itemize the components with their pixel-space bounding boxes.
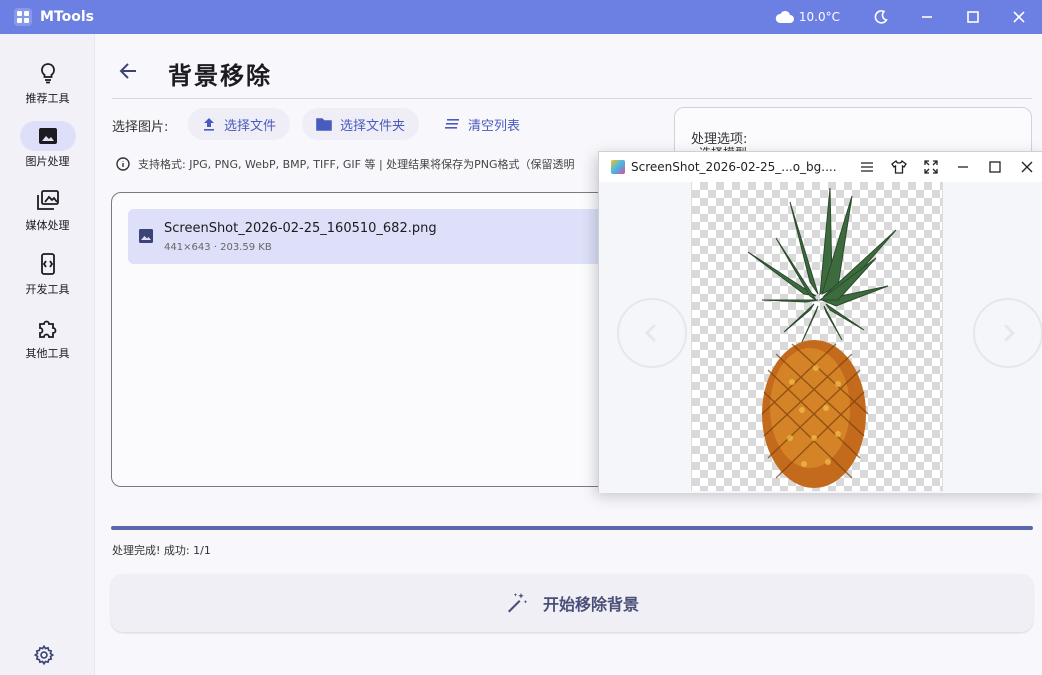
upload-icon	[204, 118, 214, 131]
clear-list-button[interactable]: 清空列表	[430, 108, 534, 140]
info-icon	[116, 157, 130, 171]
status-text: 处理完成! 成功: 1/1	[112, 544, 211, 557]
weather-temp: 10.0°C	[798, 10, 840, 24]
clear-all-icon	[445, 119, 459, 129]
chevron-right-icon	[1003, 323, 1016, 343]
sidebar-item-recommended[interactable]: 推荐工具	[0, 58, 95, 106]
transparent-image-preview	[691, 182, 943, 491]
title-bar: MTools 10.0°C	[0, 0, 1042, 34]
select-folder-button[interactable]: 选择文件夹	[302, 108, 420, 140]
page-title: 背景移除	[168, 62, 272, 90]
format-info-text: 支持格式: JPG, PNG, WebP, BMP, TIFF, GIF 等 |…	[138, 158, 575, 171]
file-name: ScreenShot_2026-02-25_160510_682.png	[164, 221, 437, 236]
sidebar-item-media[interactable]: 媒体处理	[0, 185, 95, 233]
sidebar-item-label: 推荐工具	[25, 92, 70, 105]
minimize-icon	[958, 166, 968, 168]
viewer-menu-button[interactable]	[851, 152, 883, 182]
start-remove-bg-button[interactable]: 开始移除背景	[111, 574, 1033, 632]
close-icon	[1013, 11, 1025, 23]
pick-image-label: 选择图片:	[112, 120, 169, 135]
app-title: MTools	[40, 9, 94, 25]
viewer-title: ScreenShot_2026-02-25_...o_bg....	[631, 160, 837, 174]
sidebar-item-label: 其他工具	[25, 347, 70, 360]
clear-list-label: 清空列表	[468, 118, 521, 134]
minimize-icon	[922, 16, 932, 18]
progress-bar	[111, 526, 1033, 530]
sidebar-item-label: 媒体处理	[25, 219, 70, 232]
viewer-skin-button[interactable]	[883, 152, 915, 182]
back-button[interactable]	[116, 58, 142, 84]
menu-icon	[861, 162, 873, 172]
close-icon	[1021, 161, 1033, 173]
file-meta: 441×643 · 203.59 KB	[164, 242, 272, 253]
gear-icon	[33, 644, 55, 666]
folder-icon	[316, 118, 332, 131]
viewer-minimize-button[interactable]	[947, 152, 979, 182]
format-info: 支持格式: JPG, PNG, WebP, BMP, TIFF, GIF 等 |…	[116, 156, 596, 172]
sidebar-item-image[interactable]: 图片处理	[0, 121, 95, 169]
sidebar: 推荐工具 图片处理 媒体处理 开发工具 其他工具	[0, 34, 95, 675]
sidebar-item-dev[interactable]: 开发工具	[0, 249, 95, 297]
maximize-icon	[967, 11, 979, 23]
file-list-panel: ScreenShot_2026-02-25_160510_682.png 441…	[111, 192, 688, 487]
maximize-icon	[989, 161, 1001, 173]
viewer-close-button[interactable]	[1011, 152, 1042, 182]
image-file-icon	[139, 229, 153, 243]
viewer-fullscreen-button[interactable]	[915, 152, 947, 182]
expand-icon	[924, 160, 938, 174]
sidebar-item-label: 开发工具	[25, 283, 70, 296]
maximize-button[interactable]	[950, 0, 996, 34]
arrow-left-icon	[119, 63, 136, 79]
settings-button[interactable]	[33, 644, 57, 668]
viewer-canvas	[599, 182, 1042, 493]
media-icon	[20, 185, 76, 215]
theme-toggle-button[interactable]	[858, 0, 904, 34]
select-folder-label: 选择文件夹	[340, 118, 406, 134]
viewer-title-bar[interactable]: ScreenShot_2026-02-25_...o_bg....	[599, 152, 1042, 182]
minimize-button[interactable]	[904, 0, 950, 34]
viewer-maximize-button[interactable]	[979, 152, 1011, 182]
lightbulb-icon	[20, 58, 76, 88]
viewer-app-icon	[611, 160, 625, 174]
prev-image-button[interactable]	[617, 298, 687, 368]
code-icon	[20, 249, 76, 279]
pineapple-image	[747, 187, 897, 488]
close-button[interactable]	[996, 0, 1042, 34]
sidebar-item-label: 图片处理	[25, 155, 70, 168]
chevron-left-icon	[644, 323, 657, 343]
image-icon	[19, 121, 76, 151]
cloud-icon	[775, 10, 794, 23]
select-file-button[interactable]: 选择文件	[188, 108, 291, 140]
app-logo-icon	[14, 8, 32, 26]
divider	[112, 98, 1032, 99]
image-viewer-window[interactable]: ScreenShot_2026-02-25_...o_bg....	[598, 151, 1042, 493]
select-file-label: 选择文件	[224, 118, 277, 134]
shirt-icon	[891, 160, 907, 174]
puzzle-icon	[20, 313, 76, 343]
magic-wand-icon	[507, 593, 528, 613]
weather-widget[interactable]: 10.0°C	[775, 10, 840, 24]
start-button-label: 开始移除背景	[542, 595, 639, 614]
moon-icon	[874, 10, 888, 24]
next-image-button[interactable]	[973, 298, 1042, 368]
sidebar-item-other[interactable]: 其他工具	[0, 313, 95, 361]
